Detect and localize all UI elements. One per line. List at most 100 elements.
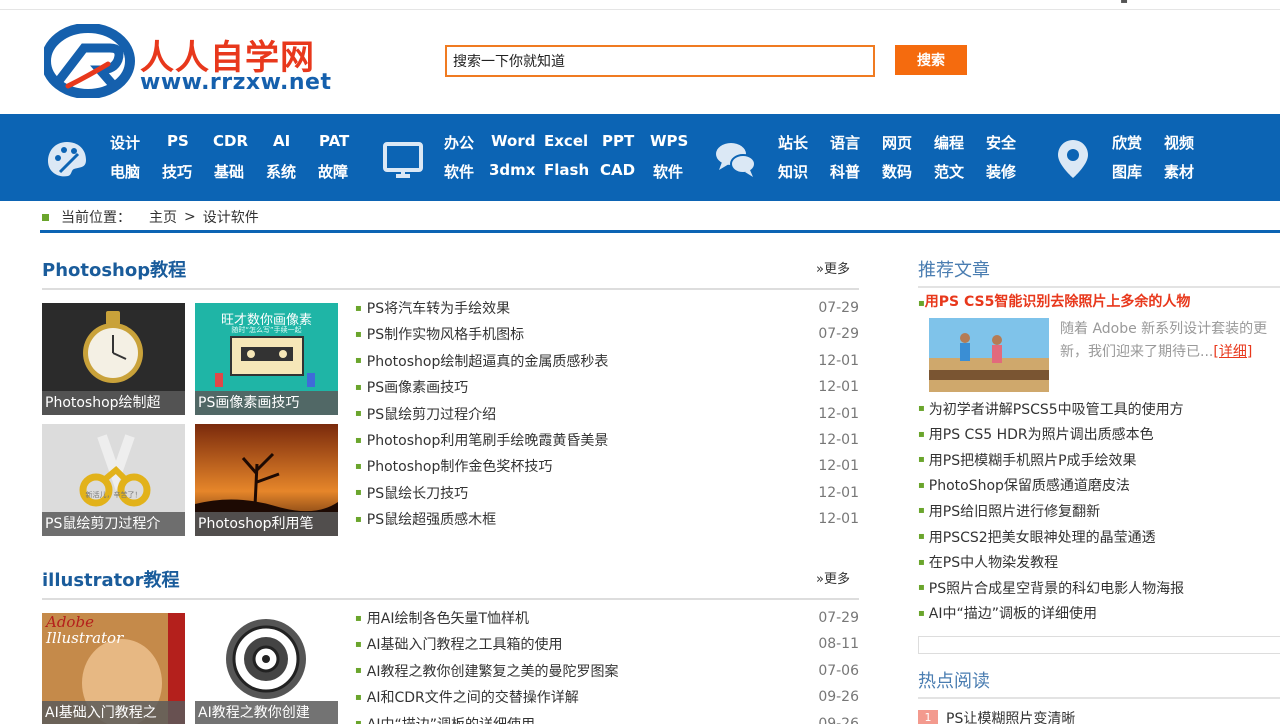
nav-link-programming[interactable]: 编程 [934, 132, 964, 153]
recommend-item-link[interactable]: 为初学者讲解PSCS5中吸管工具的使用方 [929, 399, 1184, 419]
article-link[interactable]: PS鼠绘长刀技巧 [367, 483, 468, 503]
nav-link-security[interactable]: 安全 [986, 132, 1016, 153]
thumb-illustrator-box[interactable]: Adobe Illustrator AI基础入门教程之 [42, 613, 185, 724]
nav-link-knowledge[interactable]: 知识 [778, 161, 808, 182]
article-link[interactable]: Photoshop制作金色奖杯技巧 [367, 456, 553, 476]
article-row[interactable]: ▪ AI教程之教你创建繁复之美的曼陀罗图案 07-06 [355, 658, 859, 684]
nav-link-appreciation[interactable]: 欣赏 [1112, 132, 1142, 153]
illustrator-more-link[interactable]: »更多 [816, 568, 850, 587]
nav-link-computer[interactable]: 电脑 [110, 161, 140, 182]
photoshop-section-title[interactable]: Photoshop教程 [42, 256, 186, 282]
recommend-item[interactable]: ▪ 用PS给旧照片进行修复翻新 [918, 498, 1100, 523]
article-link[interactable]: Photoshop绘制超逼真的金属质感秒表 [367, 351, 609, 371]
recommend-item-link[interactable]: 用PS给旧照片进行修复翻新 [929, 501, 1100, 521]
nav-link-decoration[interactable]: 装修 [986, 161, 1016, 182]
feature-article-link[interactable]: ▪用PS CS5智能识别去除照片上多余的人物 [918, 291, 1190, 311]
article-link[interactable]: Photoshop利用笔刷手绘晚霞黄昏美景 [367, 430, 609, 450]
recommend-item[interactable]: ▪ AI中“描边”调板的详细使用 [918, 601, 1097, 626]
recommend-item[interactable]: ▪ 用PSCS2把美女眼神处理的晶莹通透 [918, 524, 1156, 549]
article-link[interactable]: PS画像素画技巧 [367, 377, 468, 397]
article-row[interactable]: ▪ PS鼠绘长刀技巧 12-01 [355, 480, 859, 506]
recommend-item-link[interactable]: 用PS CS5 HDR为照片调出质感本色 [929, 424, 1154, 444]
article-link[interactable]: AI基础入门教程之工具箱的使用 [367, 634, 563, 654]
article-row[interactable]: ▪ PS鼠绘剪刀过程介绍 12-01 [355, 401, 859, 427]
article-row[interactable]: ▪ AI基础入门教程之工具箱的使用 08-11 [355, 631, 859, 657]
article-link[interactable]: PS将汽车转为手绘效果 [367, 298, 510, 318]
recommend-item[interactable]: ▪ PS照片合成星空背景的科幻电影人物海报 [918, 575, 1184, 600]
search-button[interactable]: 搜索 [895, 45, 967, 75]
article-row[interactable]: ▪ AI中“描边”调板的详细使用 09-26 [355, 711, 859, 724]
nav-link-essays[interactable]: 范文 [934, 161, 964, 182]
sidebar-scroll-box[interactable] [918, 636, 1280, 654]
nav-link-tips[interactable]: 技巧 [162, 161, 192, 182]
recommend-item[interactable]: ▪ 用PS CS5 HDR为照片调出质感本色 [918, 422, 1154, 447]
article-row[interactable]: ▪ PS制作实物风格手机图标 07-29 [355, 321, 859, 347]
nav-link-gallery[interactable]: 图库 [1112, 161, 1142, 182]
article-row[interactable]: ▪ Photoshop制作金色奖杯技巧 12-01 [355, 453, 859, 479]
nav-link-wps[interactable]: WPS [650, 132, 688, 150]
nav-link-basics[interactable]: 基础 [214, 161, 244, 182]
nav-link-webpage[interactable]: 网页 [882, 132, 912, 153]
nav-link-office[interactable]: 办公 [444, 132, 474, 153]
nav-link-ppt[interactable]: PPT [602, 132, 634, 150]
nav-link-webmaster[interactable]: 站长 [778, 132, 808, 153]
nav-link-cdr[interactable]: CDR [213, 132, 248, 150]
hot-item[interactable]: 1 PS让模糊照片变清晰 [918, 708, 1075, 724]
nav-link-science[interactable]: 科普 [830, 161, 860, 182]
feature-thumbnail[interactable] [929, 318, 1049, 392]
nav-link-software-2[interactable]: 软件 [653, 161, 683, 182]
recommend-item-link[interactable]: 用PSCS2把美女眼神处理的晶莹通透 [929, 527, 1156, 547]
nav-link-excel[interactable]: Excel [544, 132, 588, 150]
thumb-pixel-art[interactable]: 旺才数你画像素 随时“怎么写”手续一起 PS画像素画技巧 [195, 303, 338, 415]
nav-link-flash[interactable]: Flash [544, 161, 589, 179]
thumb-sunset[interactable]: Photoshop利用笔 [195, 424, 338, 536]
article-row[interactable]: ▪ 用AI绘制各色矢量T恤样机 07-29 [355, 605, 859, 631]
feature-detail-link[interactable]: [详细] [1213, 344, 1252, 360]
article-row[interactable]: ▪ PS将汽车转为手绘效果 07-29 [355, 295, 859, 321]
recommend-item[interactable]: ▪ 为初学者讲解PSCS5中吸管工具的使用方 [918, 396, 1184, 421]
recommend-item-link[interactable]: PS照片合成星空背景的科幻电影人物海报 [929, 578, 1184, 598]
nav-link-pat[interactable]: PAT [319, 132, 349, 150]
thumb-mandala[interactable]: AI教程之教你创建 [195, 613, 338, 724]
nav-link-word[interactable]: Word [491, 132, 535, 150]
illustrator-section-title[interactable]: illustrator教程 [42, 566, 180, 592]
site-logo[interactable]: 人人自学网 www.rrzxw.net [41, 23, 364, 100]
article-link[interactable]: AI教程之教你创建繁复之美的曼陀罗图案 [367, 661, 619, 681]
nav-link-video[interactable]: 视频 [1164, 132, 1194, 153]
recommend-item-link[interactable]: 在PS中人物染发教程 [929, 552, 1058, 572]
top-link-fragment[interactable]: ▪ [1120, 0, 1128, 6]
article-link[interactable]: 用AI绘制各色矢量T恤样机 [367, 608, 529, 628]
breadcrumb-current[interactable]: 设计软件 [203, 207, 259, 227]
recommend-item-link[interactable]: PhotoShop保留质感通道磨皮法 [929, 475, 1130, 495]
article-link[interactable]: PS制作实物风格手机图标 [367, 324, 524, 344]
article-link[interactable]: AI中“描边”调板的详细使用 [367, 714, 535, 724]
article-row[interactable]: ▪ Photoshop绘制超逼真的金属质感秒表 12-01 [355, 348, 859, 374]
nav-link-fault[interactable]: 故障 [318, 161, 348, 182]
nav-link-3dmx[interactable]: 3dmx [489, 161, 535, 179]
nav-link-design[interactable]: 设计 [110, 132, 140, 153]
nav-link-software[interactable]: 软件 [444, 161, 474, 182]
nav-link-materials[interactable]: 素材 [1164, 161, 1194, 182]
recommend-item[interactable]: ▪ 用PS把模糊手机照片P成手绘效果 [918, 447, 1137, 472]
nav-link-digital[interactable]: 数码 [882, 161, 912, 182]
nav-link-system[interactable]: 系统 [266, 161, 296, 182]
recommend-item[interactable]: ▪ 在PS中人物染发教程 [918, 550, 1058, 575]
nav-link-ai[interactable]: AI [273, 132, 290, 150]
hot-item-link[interactable]: PS让模糊照片变清晰 [946, 708, 1075, 724]
recommend-item-link[interactable]: 用PS把模糊手机照片P成手绘效果 [929, 450, 1137, 470]
recommend-item-link[interactable]: AI中“描边”调板的详细使用 [929, 603, 1097, 623]
nav-link-language[interactable]: 语言 [830, 132, 860, 153]
article-link[interactable]: AI和CDR文件之间的交替操作详解 [367, 687, 579, 707]
recommend-item[interactable]: ▪ PhotoShop保留质感通道磨皮法 [918, 473, 1130, 498]
nav-link-cad[interactable]: CAD [600, 161, 635, 179]
thumb-scissors[interactable]: 新活儿，辛苦了！ PS鼠绘剪刀过程介 [42, 424, 185, 536]
article-row[interactable]: ▪ PS画像素画技巧 12-01 [355, 374, 859, 400]
article-link[interactable]: PS鼠绘剪刀过程介绍 [367, 404, 496, 424]
breadcrumb-home[interactable]: 主页 [149, 207, 177, 227]
article-row[interactable]: ▪ AI和CDR文件之间的交替操作详解 09-26 [355, 684, 859, 710]
article-row[interactable]: ▪ PS鼠绘超强质感木框 12-01 [355, 506, 859, 532]
article-link[interactable]: PS鼠绘超强质感木框 [367, 509, 496, 529]
photoshop-more-link[interactable]: »更多 [816, 258, 850, 277]
article-row[interactable]: ▪ Photoshop利用笔刷手绘晚霞黄昏美景 12-01 [355, 427, 859, 453]
thumb-stopwatch[interactable]: Photoshop绘制超 [42, 303, 185, 415]
